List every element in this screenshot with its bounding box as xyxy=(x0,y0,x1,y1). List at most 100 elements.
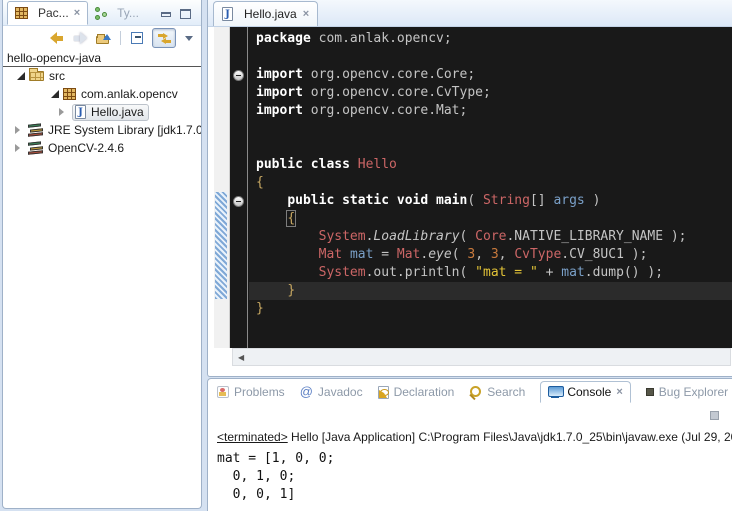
tab-console[interactable]: Console× xyxy=(540,381,630,403)
code-token xyxy=(256,247,319,262)
annotation-ruler[interactable] xyxy=(214,27,230,348)
up-icon[interactable] xyxy=(96,32,111,44)
code-token: , xyxy=(475,247,491,262)
selected-item-highlight: J Hello.java xyxy=(72,104,149,121)
java-file-icon: J xyxy=(222,7,233,21)
view-tabbar: Pac... × Ty... xyxy=(3,0,201,26)
console-output[interactable]: mat = [1, 0, 0; 0, 1, 0; 0, 0, 1] xyxy=(217,450,334,504)
code-token: package xyxy=(256,31,319,46)
folding-ruler[interactable] xyxy=(231,27,248,348)
tab-problems[interactable]: Problems xyxy=(217,385,285,399)
library-icon xyxy=(28,141,43,155)
fold-marker-main[interactable] xyxy=(233,196,244,207)
code-token: org.opencv.core.Mat; xyxy=(311,103,468,118)
tree-item-project[interactable]: hello-opencv-java xyxy=(3,50,201,67)
code-token: CvType xyxy=(514,247,561,262)
tree-item-jre-system-library-jdk1-7-0[interactable]: JRE System Library [jdk1.7.0 xyxy=(3,121,201,139)
code-line: import org.opencv.core.Core; xyxy=(256,66,732,84)
link-with-editor-icon[interactable] xyxy=(152,28,176,48)
problems-icon xyxy=(217,386,229,398)
code-line: } xyxy=(256,300,732,318)
tree-item-src[interactable]: src xyxy=(3,67,201,85)
code-token: public class xyxy=(256,157,358,172)
editor-tab-hello-java[interactable]: J Hello.java × xyxy=(213,1,318,26)
editor-tab-label: Hello.java xyxy=(244,7,297,21)
code-token xyxy=(256,229,319,244)
tree-item-opencv-2-4-6[interactable]: OpenCV-2.4.6 xyxy=(3,139,201,157)
tree-item-label: com.anlak.opencv xyxy=(81,87,178,101)
java-file-icon: J xyxy=(75,105,86,119)
code-line xyxy=(256,120,732,138)
tab-javadoc[interactable]: @Javadoc xyxy=(300,385,363,399)
code-token: System xyxy=(319,265,366,280)
code-line: public static void main( String[] args ) xyxy=(256,192,732,210)
editor-body[interactable]: package com.anlak.opencv; import org.open… xyxy=(214,27,732,348)
tab-label: Search xyxy=(487,385,525,399)
code-line: Mat mat = Mat.eye( 3, 3, CvType.CV_8UC1 … xyxy=(256,246,732,264)
tree-item-label: OpenCV-2.4.6 xyxy=(48,141,124,155)
code-token: com.anlak.opencv; xyxy=(319,31,452,46)
view-window-buttons xyxy=(161,9,201,25)
code-line: System.LoadLibrary( Core.NATIVE_LIBRARY_… xyxy=(256,228,732,246)
tree-item-label: Hello.java xyxy=(91,105,144,119)
code-token: org.opencv.core.CvType; xyxy=(311,85,491,100)
close-icon[interactable]: × xyxy=(303,8,309,20)
code-token: { xyxy=(287,211,295,226)
code-token xyxy=(256,193,287,208)
code-token: .NATIVE_LIBRARY_NAME ); xyxy=(506,229,686,244)
forward-icon[interactable] xyxy=(73,33,87,43)
code-token: } xyxy=(256,301,264,316)
tab-bug-explorer[interactable]: Bug Explorer xyxy=(646,385,728,399)
code-token: args xyxy=(553,193,584,208)
code-line: { xyxy=(256,210,732,228)
package-folder-icon xyxy=(29,71,44,81)
code-line xyxy=(256,138,732,156)
collapse-arrow-icon[interactable] xyxy=(17,72,25,80)
package-icon xyxy=(63,88,76,100)
tree-item-label: JRE System Library [jdk1.7.0 xyxy=(48,123,201,137)
tab-declaration[interactable]: Declaration xyxy=(378,385,455,399)
code-area[interactable]: package com.anlak.opencv; import org.open… xyxy=(249,27,732,348)
horizontal-scrollbar[interactable]: ◀ xyxy=(232,348,731,366)
tree-item-com-anlak-opencv[interactable]: com.anlak.opencv xyxy=(3,85,201,103)
code-line: } xyxy=(256,282,732,300)
eclipse-window: Pac... × Ty... hello-opencv-j xyxy=(0,0,732,511)
scroll-left-icon[interactable]: ◀ xyxy=(233,353,244,362)
tab-package-explorer[interactable]: Pac... × xyxy=(7,1,88,25)
project-tree: hello-opencv-java src com.anlak.opencv J He… xyxy=(3,50,201,157)
tab-label: Problems xyxy=(234,385,285,399)
close-icon[interactable]: × xyxy=(74,7,80,19)
console-tabbar: Problems @Javadoc Declaration Search Console… xyxy=(208,379,732,405)
close-icon[interactable]: × xyxy=(616,386,622,398)
code-token: + xyxy=(538,265,561,280)
tab-type-hierarchy[interactable]: Ty... xyxy=(88,1,146,25)
expand-arrow-icon[interactable] xyxy=(15,126,24,134)
expand-arrow-icon[interactable] xyxy=(59,108,68,116)
console-toolbar-button[interactable] xyxy=(710,411,719,420)
code-token: } xyxy=(287,283,295,298)
code-token: Mat xyxy=(397,247,420,262)
code-token: public static void main xyxy=(287,193,467,208)
back-icon[interactable] xyxy=(50,33,64,43)
code-token: .dump() ); xyxy=(585,265,663,280)
code-token: Mat xyxy=(319,247,342,262)
tree-item-hello-java[interactable]: J Hello.java xyxy=(3,103,201,121)
tab-search[interactable]: Search xyxy=(469,385,525,399)
expand-arrow-icon[interactable] xyxy=(15,144,24,152)
code-token: Core xyxy=(475,229,506,244)
collapse-all-icon[interactable] xyxy=(130,32,143,44)
code-token: 3 xyxy=(467,247,475,262)
minimize-icon[interactable] xyxy=(161,12,171,17)
code-token: "mat = " xyxy=(475,265,538,280)
code-token: .CV_8UC1 ); xyxy=(561,247,647,262)
code-token xyxy=(342,247,350,262)
link-arrows-icon xyxy=(158,33,171,44)
code-line: package com.anlak.opencv; xyxy=(256,30,732,48)
maximize-icon[interactable] xyxy=(180,9,191,19)
collapse-arrow-icon[interactable] xyxy=(51,90,59,98)
view-menu-icon[interactable] xyxy=(185,36,193,45)
code-token: eye xyxy=(428,247,451,262)
fold-marker-imports[interactable] xyxy=(233,70,244,81)
code-line: { xyxy=(256,174,732,192)
code-token: mat xyxy=(350,247,373,262)
